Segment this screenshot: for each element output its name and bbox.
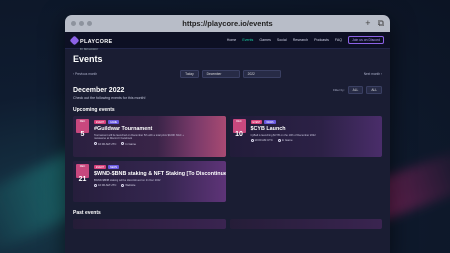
- event-card-body: EVENT NEWS $CYB Launch CyBall is launchi…: [250, 120, 380, 143]
- event-meta: 10:00 AM UTC Website: [94, 183, 223, 187]
- upcoming-events-heading: Upcoming events: [73, 107, 115, 113]
- event-badges: EVENT NEWS: [250, 120, 380, 124]
- filters: Filter by: ALL ALL: [333, 86, 382, 94]
- logo-icon: [69, 35, 80, 45]
- event-badge: EVENT: [94, 165, 106, 169]
- event-location: In Game: [125, 141, 137, 146]
- location-icon: [121, 184, 125, 188]
- event-title: $CYB Launch: [250, 126, 286, 132]
- event-description: Tournament will be launched on December …: [94, 133, 184, 140]
- nav-link-research[interactable]: Research: [293, 38, 308, 42]
- events-page: Events ‹ Previous month Today December 2…: [65, 49, 390, 234]
- browser-titlebar: https://playcore.io/events + ⧉: [65, 15, 390, 32]
- nav-link-social[interactable]: Social: [277, 38, 287, 42]
- nav-link-faq[interactable]: FAQ: [335, 38, 342, 42]
- event-badges: EVENT GAME: [94, 120, 223, 124]
- past-events-heading: Past events: [73, 210, 101, 216]
- event-time: 10:00 AM UTC: [254, 138, 273, 143]
- clock-icon: [250, 139, 254, 143]
- past-event-card[interactable]: [229, 219, 382, 229]
- event-date: DEC 10: [232, 119, 246, 138]
- event-card[interactable]: DEC 5 EVENT GAME #Guildwar Tournament To…: [73, 116, 226, 157]
- event-badge: EVENT: [250, 120, 263, 124]
- join-discord-button[interactable]: Join us on Discord: [348, 36, 384, 44]
- date-selectors: Today December 2022: [180, 70, 281, 78]
- event-badge: NEWS: [107, 165, 120, 169]
- event-month: DEC: [79, 120, 86, 123]
- today-button[interactable]: Today: [180, 70, 199, 78]
- month-select[interactable]: December: [201, 70, 240, 78]
- event-badges: EVENT NEWS: [94, 165, 223, 169]
- nav-link-podcasts[interactable]: Podcasts: [314, 38, 329, 42]
- event-title: $WND-$BNB staking & NFT Staking [To Disc…: [94, 171, 226, 177]
- event-card-body: EVENT NEWS $WND-$BNB staking & NFT Staki…: [94, 165, 226, 187]
- filter-select-category[interactable]: ALL: [366, 86, 382, 94]
- year-select[interactable]: 2022: [242, 70, 281, 78]
- site-logo[interactable]: PLAYCORE BY BROADWAY: [69, 30, 113, 51]
- upcoming-events-grid: DEC 5 EVENT GAME #Guildwar Tournament To…: [73, 116, 382, 202]
- browser-window: https://playcore.io/events + ⧉ PLAYCORE …: [65, 15, 390, 253]
- nav-link-home[interactable]: Home: [227, 38, 237, 42]
- event-card[interactable]: DEC 10 EVENT NEWS $CYB Launch CyBall is …: [229, 116, 382, 157]
- event-badge: GAME: [107, 120, 120, 124]
- clock-icon: [94, 184, 97, 188]
- event-badge: EVENT: [94, 120, 106, 124]
- nav-links: Home Events Games Social Research Podcas…: [227, 36, 384, 44]
- event-card-body: EVENT GAME #Guildwar Tournament Tourname…: [94, 120, 223, 146]
- event-month: DEC: [236, 120, 242, 123]
- event-meta: 10:00 AM UTC In Game: [250, 138, 380, 143]
- nav-link-events[interactable]: Events: [242, 38, 253, 42]
- nav-link-games[interactable]: Games: [259, 38, 271, 42]
- address-bar[interactable]: https://playcore.io/events: [65, 19, 390, 28]
- location-icon: [121, 142, 125, 146]
- site-navbar: PLAYCORE BY BROADWAY Home Events Games S…: [65, 30, 390, 51]
- location-icon: [277, 139, 281, 143]
- event-meta: 10:00 AM UTC In Game: [94, 142, 223, 146]
- event-time: 10:00 AM UTC: [98, 141, 117, 146]
- event-date: DEC 5: [76, 119, 89, 138]
- next-month-link[interactable]: Next month ›: [364, 72, 382, 76]
- event-title: #Guildwar Tournament: [94, 126, 153, 132]
- event-month: DEC: [79, 165, 86, 168]
- logo-subtext: BY BROADWAY: [80, 47, 99, 51]
- month-heading: December 2022: [73, 86, 125, 94]
- event-location: Website: [125, 183, 136, 188]
- previous-month-link[interactable]: ‹ Previous month: [73, 72, 97, 76]
- event-day: 5: [80, 131, 85, 138]
- month-subtitle: Check out the following events for this …: [73, 96, 146, 100]
- month-toolbar: ‹ Previous month Today December 2022 Nex…: [73, 70, 382, 78]
- event-day: 21: [78, 176, 87, 183]
- event-day: 10: [235, 131, 243, 138]
- event-card[interactable]: DEC 21 EVENT NEWS $WND-$BNB staking & NF…: [73, 161, 226, 202]
- clock-icon: [94, 142, 97, 146]
- event-date: DEC 21: [76, 164, 89, 183]
- event-description: CyBall is launching $CYB on the 10th of …: [250, 133, 316, 137]
- logo-text: PLAYCORE: [80, 38, 113, 45]
- page-title: Events: [73, 54, 103, 64]
- month-header: December 2022 Filter by: ALL ALL: [73, 86, 382, 94]
- event-description: $WND-$BNB staking will be discontinued o…: [94, 178, 161, 182]
- past-event-card[interactable]: [73, 219, 226, 229]
- event-location: In Game: [281, 138, 293, 143]
- past-events-grid: [73, 219, 382, 229]
- past-events-section: Past events: [73, 210, 382, 229]
- filter-label: Filter by:: [333, 88, 345, 92]
- event-time: 10:00 AM UTC: [98, 183, 117, 188]
- event-badge: NEWS: [264, 120, 276, 124]
- filter-select-type[interactable]: ALL: [347, 86, 364, 94]
